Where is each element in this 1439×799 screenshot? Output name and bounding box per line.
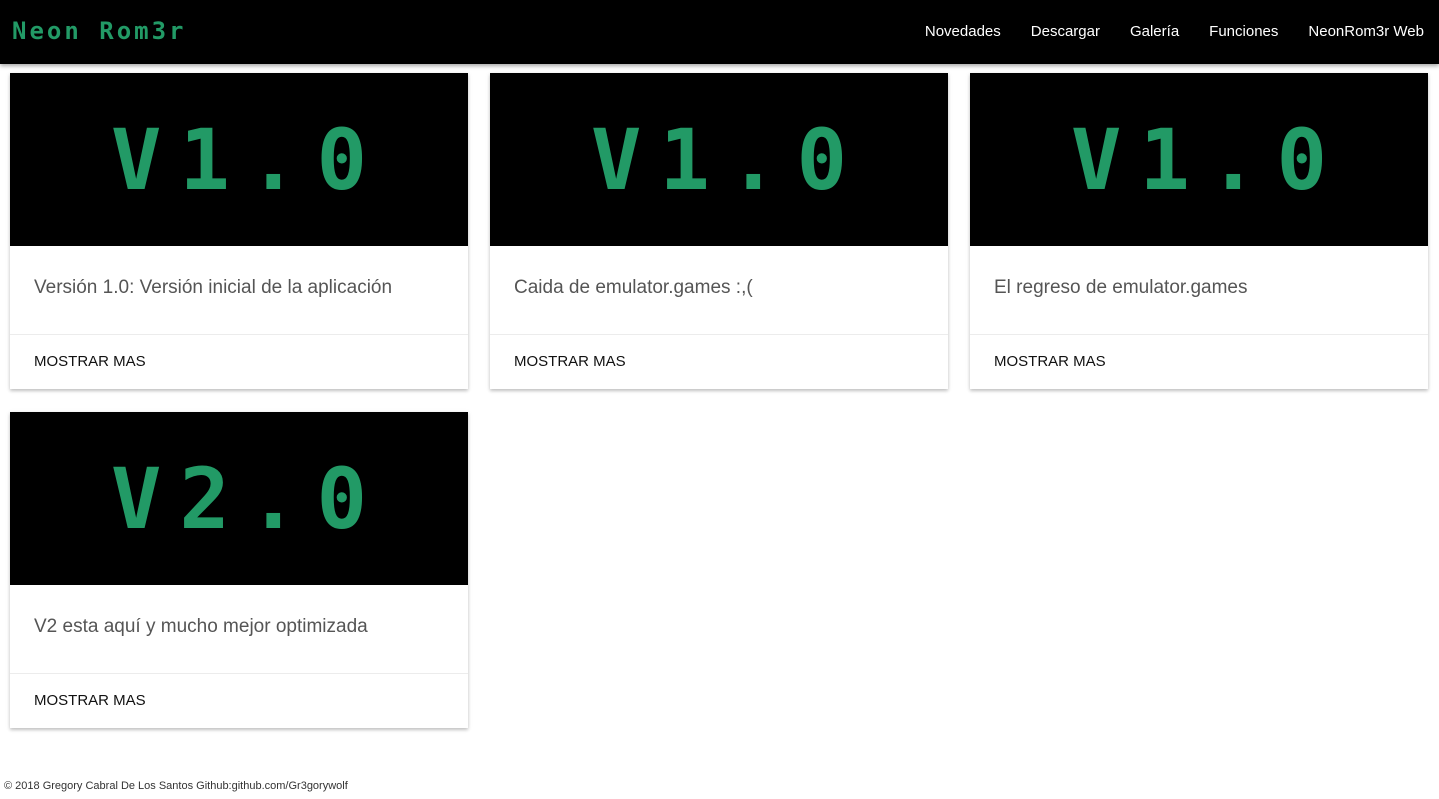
card-divider — [490, 334, 948, 335]
brand-logo[interactable]: Neon Rom3r — [12, 16, 187, 46]
nav-link-descargar[interactable]: Descargar — [1031, 0, 1100, 64]
card-text: Caida de emulator.games :,( — [514, 277, 753, 298]
card-divider — [10, 673, 468, 674]
nav-link-funciones[interactable]: Funciones — [1209, 0, 1278, 64]
card-image: V1.0 — [970, 73, 1428, 246]
nav-link-galeria[interactable]: Galería — [1130, 0, 1179, 64]
news-card: V1.0 Caida de emulator.games :,( MOSTRAR… — [490, 73, 948, 389]
news-card: V1.0 El regreso de emulator.games MOSTRA… — [970, 73, 1428, 389]
show-more-link[interactable]: MOSTRAR MAS — [34, 352, 146, 372]
card-image: V1.0 — [10, 73, 468, 246]
card-image: V1.0 — [490, 73, 948, 246]
nav-links: Novedades Descargar Galería Funciones Ne… — [895, 0, 1424, 64]
version-label: V2.0 — [110, 449, 386, 548]
version-label: V1.0 — [1070, 110, 1346, 209]
card-text: V2 esta aquí y mucho mejor optimizada — [34, 616, 368, 637]
top-navbar: Neon Rom3r Novedades Descargar Galería F… — [0, 0, 1439, 64]
show-more-link[interactable]: MOSTRAR MAS — [514, 352, 626, 372]
news-card: V2.0 V2 esta aquí y mucho mejor optimiza… — [10, 412, 468, 728]
nav-link-neonrom3r-web[interactable]: NeonRom3r Web — [1308, 0, 1424, 64]
version-label: V1.0 — [590, 110, 866, 209]
show-more-link[interactable]: MOSTRAR MAS — [994, 352, 1106, 372]
version-label: V1.0 — [110, 110, 386, 209]
nav-link-novedades[interactable]: Novedades — [925, 0, 1001, 64]
card-divider — [10, 334, 468, 335]
show-more-link[interactable]: MOSTRAR MAS — [34, 691, 146, 711]
card-image: V2.0 — [10, 412, 468, 585]
card-text: Versión 1.0: Versión inicial de la aplic… — [34, 277, 393, 298]
footer-copyright: © 2018 Gregory Cabral De Los Santos Gith… — [4, 780, 348, 792]
card-text: El regreso de emulator.games — [994, 277, 1248, 298]
news-card: V1.0 Versión 1.0: Versión inicial de la … — [10, 73, 468, 389]
card-divider — [970, 334, 1428, 335]
